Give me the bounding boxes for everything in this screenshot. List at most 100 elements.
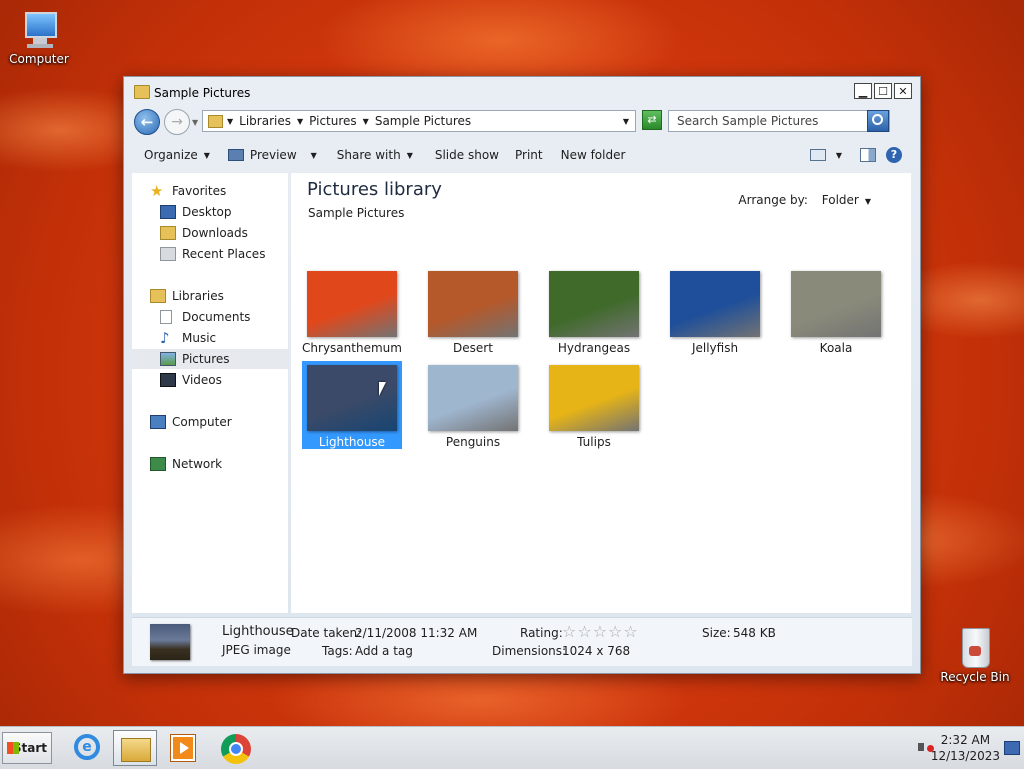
nav-item-videos[interactable]: Videos [132, 370, 316, 390]
nav-item-pictures[interactable]: Pictures [132, 349, 288, 369]
file-thumbnail[interactable]: Penguins [423, 361, 523, 449]
nav-item-recent-places[interactable]: Recent Places [132, 244, 316, 264]
file-thumbnail[interactable]: Tulips [544, 361, 644, 449]
image-preview [307, 271, 397, 337]
desktop-icon-computer[interactable]: Computer [0, 10, 78, 66]
desktop-icon-recycle-bin[interactable]: Recycle Bin [936, 624, 1014, 684]
image-preview [670, 271, 760, 337]
dimensions-label: Dimensions: [492, 644, 567, 658]
taskbar-windows-explorer[interactable] [113, 730, 157, 766]
preview-button[interactable]: Preview ▼ [227, 148, 317, 162]
recent-places-icon [160, 247, 176, 261]
back-button[interactable]: ← [134, 109, 160, 135]
address-history-dropdown-icon[interactable]: ▼ [623, 117, 629, 126]
taskbar: Start e 2:32 AM 12/13/2023 [0, 726, 1024, 769]
taskbar-internet-explorer[interactable]: e [66, 730, 110, 766]
views-dropdown-icon[interactable]: ▼ [836, 151, 842, 160]
file-thumbnail[interactable]: Hydrangeas [544, 267, 644, 355]
nav-label: Network [172, 457, 223, 471]
library-title: Pictures library [307, 179, 442, 200]
organize-menu[interactable]: Organize ▼ [144, 148, 210, 162]
address-row: ← → ▼ ▼ Libraries ▼ Pictures ▼ Sample Pi… [132, 107, 912, 139]
nav-item-computer[interactable]: Computer [132, 412, 306, 432]
pictures-icon [160, 352, 176, 366]
nav-label: Music [182, 331, 217, 345]
star-icon[interactable]: ☆ [608, 622, 622, 641]
title-bar[interactable]: Sample Pictures ▁ ☐ ✕ [124, 77, 920, 107]
image-preview [791, 271, 881, 337]
file-name-label: Desert [453, 341, 493, 355]
image-preview [428, 271, 518, 337]
search-input[interactable]: Search Sample Pictures [668, 110, 890, 132]
system-clock[interactable]: 2:32 AM 12/13/2023 [931, 732, 1000, 764]
star-icon[interactable]: ☆ [593, 622, 607, 641]
start-button[interactable]: Start [2, 732, 52, 764]
tags-value[interactable]: Add a tag [355, 644, 413, 658]
downloads-icon [160, 226, 176, 240]
explorer-window: Sample Pictures ▁ ☐ ✕ ← → ▼ ▼ Libraries … [123, 76, 921, 674]
star-icon[interactable]: ☆ [577, 622, 591, 641]
nav-label: Favorites [172, 184, 227, 198]
search-icon[interactable] [867, 110, 889, 132]
rating-stars[interactable]: ☆☆☆☆☆ [562, 622, 639, 641]
minimize-button[interactable]: ▁ [854, 83, 872, 99]
maximize-button[interactable]: ☐ [874, 83, 892, 99]
file-name-label: Hydrangeas [557, 341, 631, 355]
forward-button[interactable]: → [164, 109, 190, 135]
details-thumbnail [150, 624, 190, 660]
chevron-down-icon[interactable]: ▼ [363, 117, 369, 126]
address-bar[interactable]: ▼ Libraries ▼ Pictures ▼ Sample Pictures… [202, 110, 636, 132]
breadcrumb-libraries[interactable]: Libraries [239, 114, 291, 128]
image-preview [307, 365, 397, 431]
nav-label: Recent Places [182, 247, 266, 261]
desktop-icon-label: Computer [9, 52, 69, 66]
share-with-menu[interactable]: Share with ▼ [337, 148, 413, 162]
tags-label: Tags: [322, 644, 353, 658]
file-thumbnail[interactable]: Koala [786, 267, 886, 355]
file-thumbnail[interactable]: Desert [423, 267, 523, 355]
file-thumbnail[interactable]: Jellyfish [665, 267, 765, 355]
size-value: 548 KB [733, 626, 776, 640]
new-folder-button[interactable]: New folder [561, 148, 626, 162]
preview-pane-icon[interactable] [860, 148, 876, 162]
nav-item-downloads[interactable]: Downloads [132, 223, 316, 243]
file-thumbnail[interactable]: Chrysanthemum [302, 267, 402, 355]
chevron-down-icon[interactable]: ▼ [297, 117, 303, 126]
nav-item-documents[interactable]: Documents [132, 307, 316, 327]
nav-label: Documents [182, 310, 251, 324]
file-thumbnail[interactable]: Lighthouse [302, 361, 402, 449]
arrange-by-label: Arrange by: [738, 193, 808, 207]
nav-item-desktop[interactable]: Desktop [132, 202, 316, 222]
desktop-icon [160, 205, 176, 219]
clock-date: 12/13/2023 [930, 749, 1000, 763]
music-icon: ♪ [160, 329, 170, 347]
file-name-label: Jellyfish [691, 341, 739, 355]
clock-time: 2:32 AM [940, 733, 991, 747]
help-icon[interactable]: ? [886, 147, 902, 163]
taskbar-chrome[interactable] [213, 730, 257, 766]
file-name-label: Lighthouse [318, 435, 386, 449]
nav-item-network[interactable]: Network [132, 454, 306, 474]
nav-item-favorites[interactable]: ★ Favorites [132, 181, 306, 201]
nav-item-music[interactable]: ♪ Music [132, 328, 316, 348]
star-icon[interactable]: ☆ [623, 622, 637, 641]
breadcrumb-sample-pictures[interactable]: Sample Pictures [375, 114, 471, 128]
star-icon[interactable]: ☆ [562, 622, 576, 641]
taskbar-media-player[interactable] [162, 730, 206, 766]
breadcrumb-pictures[interactable]: Pictures [309, 114, 357, 128]
close-button[interactable]: ✕ [894, 83, 912, 99]
computer-icon [150, 415, 166, 429]
refresh-button[interactable]: ⇄ [642, 110, 662, 130]
nav-item-libraries[interactable]: Libraries [132, 286, 306, 306]
recent-pages-dropdown-icon[interactable]: ▼ [192, 118, 198, 127]
dimensions-value: 1024 x 768 [562, 644, 631, 658]
views-icon[interactable] [809, 149, 826, 161]
date-taken-value[interactable]: 2/11/2008 11:32 AM [355, 626, 477, 640]
show-desktop-button[interactable] [1004, 741, 1020, 755]
print-button[interactable]: Print [515, 148, 543, 162]
windows-logo-icon [7, 742, 19, 754]
slide-show-button[interactable]: Slide show [435, 148, 499, 162]
chevron-down-icon[interactable]: ▼ [227, 117, 233, 126]
network-icon [150, 457, 166, 471]
arrange-by-dropdown[interactable]: Folder ▼ [822, 193, 871, 207]
